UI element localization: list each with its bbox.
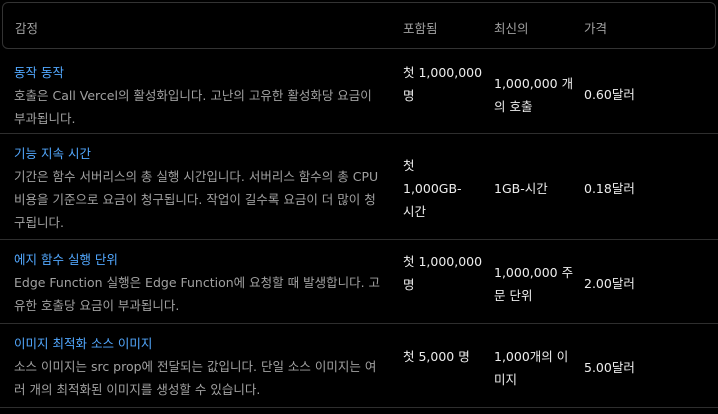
included-cell: 첫 1,000GB-시간: [403, 158, 462, 219]
included-cell: 첫 1,000,000 명: [403, 65, 483, 103]
table-row: 동작 동작호출은 Call Vercel의 활성화입니다. 고난의 고유한 활성…: [0, 53, 718, 134]
row-description: Edge Function 실행은 Edge Function에 요청할 때 발…: [14, 275, 381, 313]
header-sentiment: 감정: [15, 21, 39, 36]
unit-cell: 1,000,000 개의 호출: [494, 76, 574, 114]
table-row: 이미지 최적화 소스 이미지소스 이미지는 src prop에 전달되는 값입니…: [0, 324, 718, 408]
row-description: 호출은 Call Vercel의 활성화입니다. 고난의 고유한 활성화당 요금…: [14, 88, 372, 126]
row-title-link[interactable]: 에지 함수 실행 단위: [14, 248, 384, 271]
row-title-link[interactable]: 이미지 최적화 소스 이미지: [14, 332, 384, 355]
table-row: 기능 지속 시간기간은 함수 서버리스의 총 실행 시간입니다. 서버리스 함수…: [0, 134, 718, 240]
included-cell: 첫 5,000 명: [403, 349, 470, 364]
included-cell: 첫 1,000,000 명: [403, 254, 483, 292]
table-header: 감정 포함됨 최신의 가격: [2, 2, 716, 49]
price-cell: 2.00달러: [584, 276, 635, 291]
row-title-link[interactable]: 동작 동작: [14, 61, 384, 84]
price-cell: 0.18달러: [584, 181, 635, 196]
header-price: 가격: [584, 21, 608, 36]
unit-cell: 1,000,000 주문 단위: [494, 265, 574, 303]
unit-cell: 1,000개의 이미지: [494, 349, 569, 387]
unit-cell: 1GB-시간: [494, 181, 548, 196]
price-cell: 5.00달러: [584, 360, 635, 375]
header-included: 포함됨: [403, 21, 438, 36]
row-description: 소스 이미지는 src prop에 전달되는 값입니다. 단일 소스 이미지는 …: [14, 359, 377, 397]
header-latest: 최신의: [494, 21, 529, 36]
row-title-link[interactable]: 기능 지속 시간: [14, 142, 384, 165]
price-cell: 0.60달러: [584, 87, 635, 102]
table-row: 에지 함수 실행 단위 Edge Function 실행은 Edge Functi…: [0, 240, 718, 324]
row-description: 기간은 함수 서버리스의 총 실행 시간입니다. 서버리스 함수의 총 CPU …: [14, 169, 379, 230]
